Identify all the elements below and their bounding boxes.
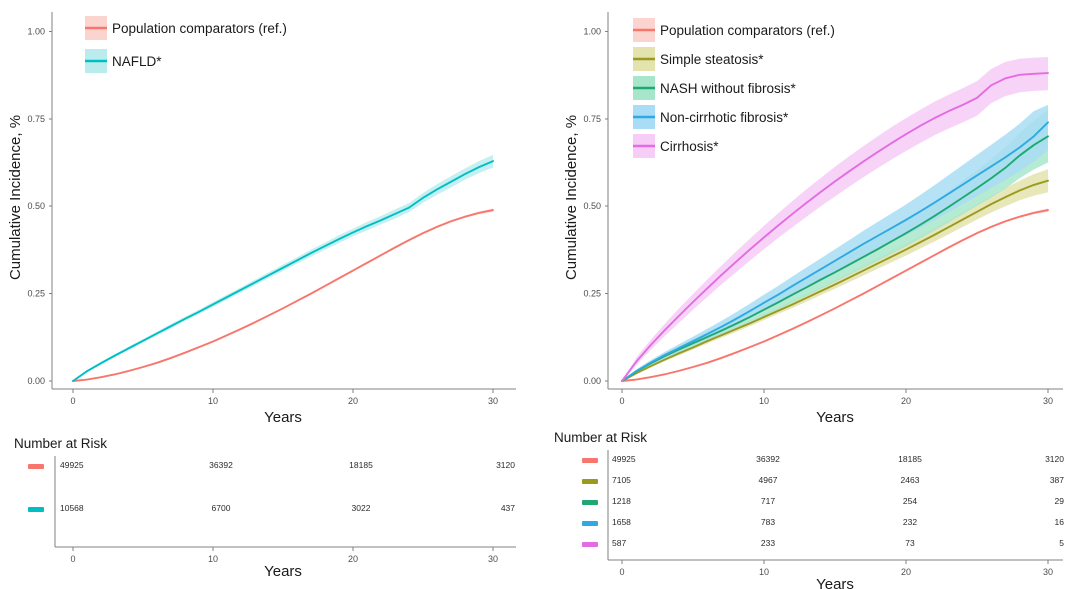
y-tick-label: 0.00 <box>583 376 601 386</box>
series-line <box>72 209 494 382</box>
x-axis-title: Years <box>264 409 302 426</box>
y-axis-title: Cumulative Incidence, % <box>7 115 24 280</box>
risk-table: Number at Risk 49925 36392 18185 3120 7105 496… <box>554 430 1064 589</box>
legend-label: Population comparators (ref.) <box>660 23 835 38</box>
risk-table-cell: 717 <box>761 496 775 506</box>
y-tick-label: 0.50 <box>27 201 45 211</box>
legend-label: Non-cirrhotic fibrosis* <box>660 110 789 125</box>
y-tick-label: 0.25 <box>27 289 45 299</box>
series-line <box>621 209 1049 382</box>
risk-table-x-title: Years <box>264 563 302 580</box>
y-tick-label: 0.75 <box>27 114 45 124</box>
risk-x-tick-label: 20 <box>348 554 358 564</box>
axes: 0.00 0.25 0.50 0.75 1.00 0 10 20 30 Years Cumulati… <box>7 12 516 426</box>
confidence-band <box>73 208 493 381</box>
risk-table-cell: 6700 <box>212 503 231 513</box>
risk-table-cell: 3120 <box>1045 454 1064 464</box>
chart-svg: 0.00 0.25 0.50 0.75 1.00 0 10 20 30 Years Cumulati… <box>7 12 516 580</box>
risk-table-cell: 233 <box>761 538 775 548</box>
risk-table-cell: 7105 <box>612 475 631 485</box>
risk-table-cell: 18185 <box>898 454 922 464</box>
panel-left: 0.00 0.25 0.50 0.75 1.00 0 10 20 30 Years Cumulati… <box>0 0 540 589</box>
plot-area <box>621 56 1049 382</box>
risk-row-swatch <box>582 458 598 463</box>
kaplan-meier-figure: 0.00 0.25 0.50 0.75 1.00 0 10 20 30 Years Cumulati… <box>0 0 1080 589</box>
risk-table-cell: 36392 <box>209 460 233 470</box>
risk-x-tick-label: 10 <box>208 554 218 564</box>
x-tick-label: 10 <box>759 396 769 406</box>
legend-label: Simple steatosis* <box>660 52 764 67</box>
risk-table-cell: 73 <box>905 538 915 548</box>
risk-x-tick-label: 30 <box>1043 567 1053 577</box>
risk-table-cell: 2463 <box>901 475 920 485</box>
risk-table-cell: 587 <box>612 538 626 548</box>
chart-legend: Population comparators (ref.) NAFLD* <box>85 16 287 73</box>
risk-table-x-title: Years <box>816 576 854 589</box>
risk-x-tick-label: 20 <box>901 567 911 577</box>
y-axis-title: Cumulative Incidence, % <box>563 115 580 280</box>
y-tick-label: 0.00 <box>27 376 45 386</box>
confidence-band <box>622 208 1048 381</box>
risk-row-swatch <box>28 507 44 512</box>
risk-x-tick-label: 0 <box>619 567 624 577</box>
risk-table-cell: 3120 <box>496 460 515 470</box>
risk-row-swatch <box>582 542 598 547</box>
risk-table-cell: 1658 <box>612 517 631 527</box>
risk-row-swatch <box>582 479 598 484</box>
risk-x-tick-label: 10 <box>759 567 769 577</box>
y-tick-label: 1.00 <box>583 26 601 36</box>
chart-legend: Population comparators (ref.) Simple stea… <box>633 18 835 158</box>
risk-table-cell: 254 <box>903 496 917 506</box>
x-tick-label: 20 <box>348 396 358 406</box>
risk-table-cell: 387 <box>1050 475 1064 485</box>
risk-table-cell: 10568 <box>60 503 84 513</box>
risk-x-tick-label: 0 <box>70 554 75 564</box>
risk-table-cell: 5 <box>1059 538 1064 548</box>
y-tick-label: 0.75 <box>583 114 601 124</box>
legend-label: NAFLD* <box>112 54 162 69</box>
risk-table-cell: 437 <box>501 503 515 513</box>
y-tick-label: 0.25 <box>583 289 601 299</box>
x-tick-label: 10 <box>208 396 218 406</box>
risk-table-cell: 1218 <box>612 496 631 506</box>
x-tick-label: 0 <box>619 396 624 406</box>
risk-table-title: Number at Risk <box>14 436 107 451</box>
x-tick-label: 0 <box>70 396 75 406</box>
y-tick-label: 1.00 <box>27 26 45 36</box>
risk-table: Number at Risk 49925 36392 18185 3120 10568 67… <box>14 436 516 580</box>
risk-table-cell: 49925 <box>60 460 84 470</box>
risk-table-cell: 36392 <box>756 454 780 464</box>
risk-row-swatch <box>582 521 598 526</box>
y-tick-label: 0.50 <box>583 201 601 211</box>
panel-right: 0.00 0.25 0.50 0.75 1.00 0 10 20 30 Years Cumulati… <box>540 0 1080 589</box>
confidence-band <box>622 56 1048 382</box>
risk-table-cell: 3022 <box>352 503 371 513</box>
risk-table-cell: 29 <box>1055 496 1065 506</box>
series-line <box>72 160 494 382</box>
x-tick-label: 20 <box>901 396 911 406</box>
risk-row-swatch <box>28 464 44 469</box>
legend-label: Cirrhosis* <box>660 139 719 154</box>
risk-table-title: Number at Risk <box>554 430 647 445</box>
risk-table-cell: 4967 <box>759 475 778 485</box>
risk-table-cell: 18185 <box>349 460 373 470</box>
plot-area <box>72 154 494 382</box>
chart-svg: 0.00 0.25 0.50 0.75 1.00 0 10 20 30 Years Cumulati… <box>554 12 1064 589</box>
risk-x-tick-label: 30 <box>488 554 498 564</box>
x-axis-title: Years <box>816 409 854 426</box>
risk-table-cell: 16 <box>1055 517 1065 527</box>
risk-table-cell: 232 <box>903 517 917 527</box>
risk-table-cell: 49925 <box>612 454 636 464</box>
x-tick-label: 30 <box>1043 396 1053 406</box>
x-tick-label: 30 <box>488 396 498 406</box>
risk-table-cell: 783 <box>761 517 775 527</box>
risk-row-swatch <box>582 500 598 505</box>
legend-label: NASH without fibrosis* <box>660 81 797 96</box>
legend-label: Population comparators (ref.) <box>112 21 287 36</box>
